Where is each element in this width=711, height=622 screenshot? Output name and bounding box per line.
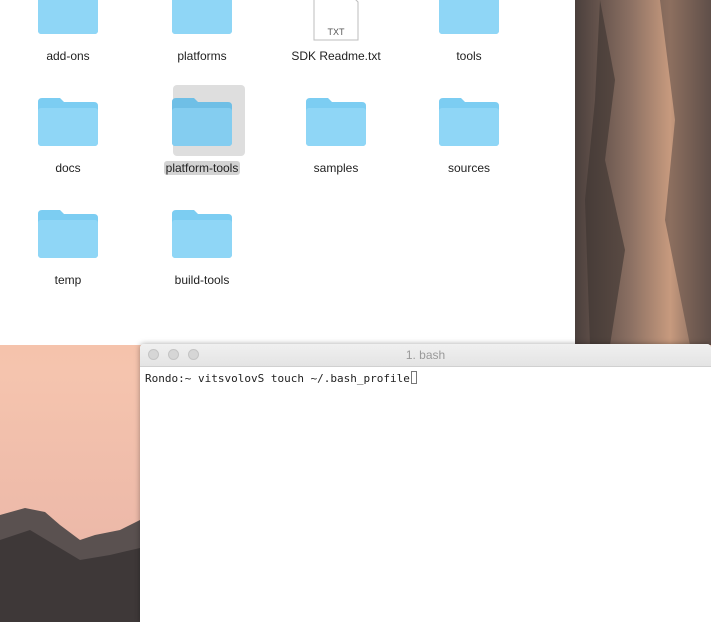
finder-item-label: SDK Readme.txt (291, 49, 381, 63)
terminal-title: 1. bash (405, 348, 446, 362)
finder-item-label: build-tools (174, 273, 230, 287)
folder-icon (38, 0, 98, 34)
folder-icon (172, 98, 232, 146)
finder-item-label: tools (456, 49, 482, 63)
terminal-command-line: Rondo:~ vitsvolovS touch ~/.bash_profile (145, 372, 410, 385)
terminal-titlebar[interactable]: 1. bash (140, 344, 711, 367)
finder-item-label: sources (447, 161, 491, 175)
folder-icon (38, 210, 98, 258)
txt-badge: TXT (328, 27, 346, 37)
folder-icon (38, 98, 98, 146)
terminal-window[interactable]: 1. bash Rondo:~ vitsvolovS touch ~/.bash… (140, 344, 711, 622)
text-cursor (410, 371, 417, 384)
folder-icon (172, 210, 232, 258)
finder-item-label: samples (313, 161, 359, 175)
finder-item-label: platform-tools (163, 161, 241, 175)
finder-item-label: add-ons (46, 49, 90, 63)
finder-item-label: docs (55, 161, 81, 175)
folder-icon (172, 0, 232, 34)
finder-window: add-ons platforms TXT SDK Readme.txt too… (0, 0, 575, 345)
folder-icon (439, 0, 499, 34)
terminal-content[interactable]: Rondo:~ vitsvolovS touch ~/.bash_profile (140, 367, 711, 389)
finder-item-label: platforms (177, 49, 227, 63)
folder-icon (439, 98, 499, 146)
finder-item-label: temp (54, 273, 82, 287)
text-file-icon: TXT (313, 0, 359, 41)
finder-item-label-wrap: platform-tools (137, 161, 267, 175)
folder-icon (306, 98, 366, 146)
